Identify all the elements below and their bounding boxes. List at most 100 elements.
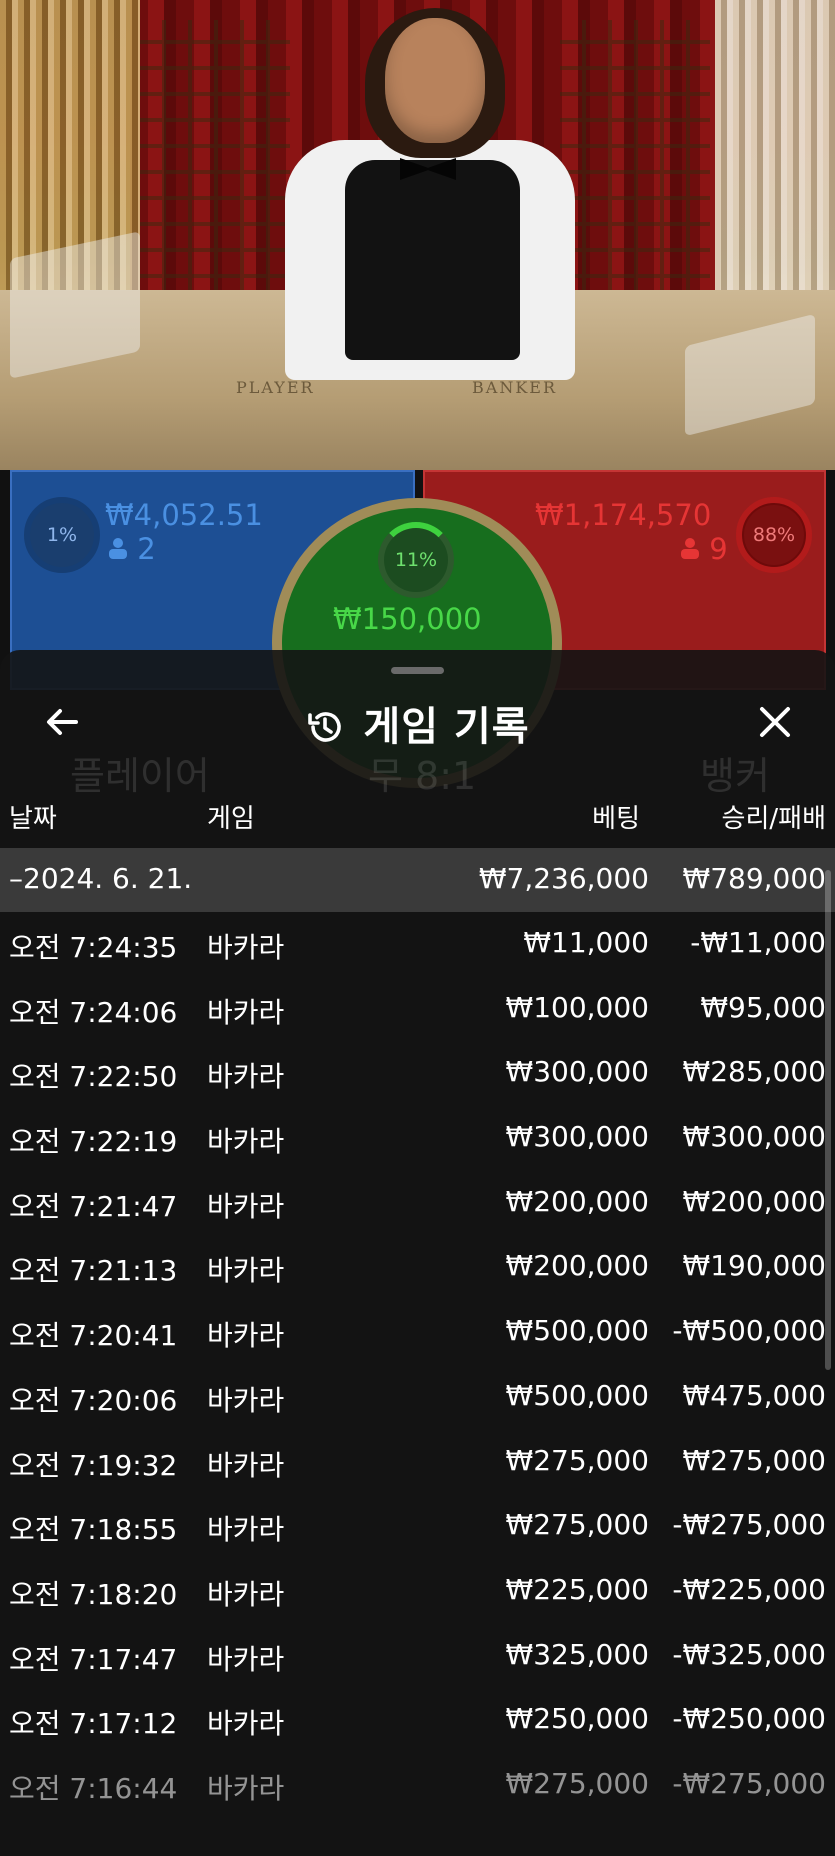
history-icon xyxy=(308,712,342,742)
close-button[interactable] xyxy=(753,700,797,744)
history-row[interactable]: 오전 7:22:19 바카라 ₩300,000 ₩300,000 xyxy=(0,1106,835,1171)
row-time: 오전 7:20:06 xyxy=(9,1383,178,1417)
row-result: ₩475,000 xyxy=(682,1378,826,1412)
ghost-banker-label: 뱅커 xyxy=(700,754,770,798)
row-bet: ₩300,000 xyxy=(505,1120,649,1154)
row-time: 오전 7:22:19 xyxy=(9,1125,178,1159)
history-row[interactable]: 오전 7:18:55 바카라 ₩275,000 -₩275,000 xyxy=(0,1494,835,1559)
row-game: 바카라 xyxy=(207,995,285,1029)
row-time: 오전 7:21:47 xyxy=(9,1189,178,1223)
history-row[interactable]: 오전 7:16:44 바카라 ₩275,000 -₩275,000 xyxy=(0,1753,835,1818)
history-row[interactable]: 오전 7:17:47 바카라 ₩325,000 -₩325,000 xyxy=(0,1624,835,1689)
row-game: 바카라 xyxy=(207,931,285,964)
row-bet: ₩11,000 xyxy=(523,926,649,959)
row-bet: ₩100,000 xyxy=(505,990,649,1024)
row-bet: ₩275,000 xyxy=(505,1508,649,1542)
row-time: 오전 7:20:41 xyxy=(9,1319,178,1353)
row-bet: ₩200,000 xyxy=(505,1249,649,1283)
group-date: –2024. 6. 21. xyxy=(9,862,193,895)
felt-label-banker: BANKER xyxy=(472,378,557,397)
row-result: -₩225,000 xyxy=(672,1572,826,1606)
row-result: ₩95,000 xyxy=(700,990,826,1024)
tie-total-bet: ₩150,000 xyxy=(333,602,482,636)
row-game: 바카라 xyxy=(207,1448,285,1482)
column-header-result[interactable]: 승리/패배 xyxy=(722,798,826,835)
row-time: 오전 7:22:50 xyxy=(9,1060,178,1094)
row-time: 오전 7:19:32 xyxy=(9,1448,178,1482)
row-result: ₩285,000 xyxy=(682,1055,826,1089)
row-result: ₩300,000 xyxy=(682,1120,826,1154)
game-history-sheet: 플레이어 무 8:1 뱅커 게임 기록 날짜 게임 베팅 승리/패배 –2024… xyxy=(0,650,835,1856)
column-header-bet[interactable]: 베팅 xyxy=(592,798,640,835)
history-row[interactable]: 오전 7:24:35 바카라 ₩11,000 -₩11,000 xyxy=(0,912,835,977)
row-game: 바카라 xyxy=(207,1513,285,1547)
row-bet: ₩325,000 xyxy=(505,1637,649,1671)
row-time: 오전 7:24:06 xyxy=(9,995,178,1029)
row-bet: ₩200,000 xyxy=(505,1184,649,1218)
tie-percent: 11% xyxy=(394,549,438,571)
row-bet: ₩275,000 xyxy=(505,1766,649,1800)
sheet-title: 게임 기록 xyxy=(0,694,835,752)
history-row[interactable]: 오전 7:17:12 바카라 ₩250,000 -₩250,000 xyxy=(0,1688,835,1753)
row-time: 오전 7:18:20 xyxy=(9,1577,178,1611)
close-icon xyxy=(760,707,790,737)
history-row[interactable]: 오전 7:20:41 바카라 ₩500,000 -₩500,000 xyxy=(0,1300,835,1365)
row-bet: ₩500,000 xyxy=(505,1378,649,1412)
banker-percent-ring: 88% xyxy=(736,497,812,573)
row-result: -₩275,000 xyxy=(672,1766,826,1800)
row-result: -₩275,000 xyxy=(672,1508,826,1542)
row-time: 오전 7:24:35 xyxy=(9,931,178,964)
row-bet: ₩225,000 xyxy=(505,1572,649,1606)
row-game: 바카라 xyxy=(207,1189,285,1223)
group-total-result: ₩789,000 xyxy=(682,862,826,895)
history-scrollbar[interactable] xyxy=(825,870,831,1370)
row-game: 바카라 xyxy=(207,1125,285,1159)
row-result: -₩11,000 xyxy=(690,926,826,959)
row-result: -₩325,000 xyxy=(672,1637,826,1671)
row-time: 오전 7:18:55 xyxy=(9,1513,178,1547)
row-bet: ₩275,000 xyxy=(505,1443,649,1477)
banker-bettor-count: 9 xyxy=(680,532,728,566)
group-total-bet: ₩7,236,000 xyxy=(478,862,649,895)
lattice-screen-right xyxy=(560,20,710,300)
row-game: 바카라 xyxy=(207,1642,285,1676)
live-dealer-video: PLAYER BANKER xyxy=(0,0,835,470)
row-game: 바카라 xyxy=(207,1577,285,1611)
dealer-face xyxy=(385,18,485,143)
row-game: 바카라 xyxy=(207,1319,285,1353)
row-game: 바카라 xyxy=(207,1771,285,1805)
ghost-player-label: 플레이어 xyxy=(70,754,210,798)
player-percent-ring: 1% xyxy=(24,497,100,573)
column-header-date[interactable]: 날짜 xyxy=(9,798,57,835)
column-header-game[interactable]: 게임 xyxy=(207,798,255,835)
sheet-title-text: 게임 기록 xyxy=(363,704,530,750)
row-time: 오전 7:17:12 xyxy=(9,1707,178,1741)
tie-percent-ring: 11% xyxy=(378,522,454,598)
banker-total-bet: ₩1,174,570 xyxy=(535,498,712,532)
dealer-vest xyxy=(345,160,520,360)
date-group-row[interactable]: –2024. 6. 21. ₩7,236,000 ₩789,000 xyxy=(0,848,835,912)
history-row[interactable]: 오전 7:21:47 바카라 ₩200,000 ₩200,000 xyxy=(0,1171,835,1236)
row-time: 오전 7:21:13 xyxy=(9,1254,178,1288)
row-result: -₩500,000 xyxy=(672,1314,826,1348)
row-result: -₩250,000 xyxy=(672,1702,826,1736)
row-bet: ₩500,000 xyxy=(505,1314,649,1348)
row-result: ₩190,000 xyxy=(682,1249,826,1283)
history-row[interactable]: 오전 7:18:20 바카라 ₩225,000 -₩225,000 xyxy=(0,1559,835,1624)
user-icon xyxy=(681,538,699,559)
sheet-drag-handle[interactable] xyxy=(391,667,444,674)
row-time: 오전 7:16:44 xyxy=(9,1771,178,1805)
history-row[interactable]: 오전 7:21:13 바카라 ₩200,000 ₩190,000 xyxy=(0,1235,835,1300)
user-icon xyxy=(109,538,127,559)
lattice-screen-left xyxy=(140,20,290,300)
row-bet: ₩300,000 xyxy=(505,1055,649,1089)
history-row[interactable]: 오전 7:22:50 바카라 ₩300,000 ₩285,000 xyxy=(0,1041,835,1106)
row-game: 바카라 xyxy=(207,1383,285,1417)
history-row[interactable]: 오전 7:24:06 바카라 ₩100,000 ₩95,000 xyxy=(0,977,835,1042)
player-total-bet: ₩4,052.51 xyxy=(105,498,263,532)
banker-percent: 88% xyxy=(752,524,796,546)
history-list[interactable]: –2024. 6. 21. ₩7,236,000 ₩789,000 오전 7:2… xyxy=(0,848,835,1818)
history-row[interactable]: 오전 7:20:06 바카라 ₩500,000 ₩475,000 xyxy=(0,1365,835,1430)
row-bet: ₩250,000 xyxy=(505,1702,649,1736)
history-row[interactable]: 오전 7:19:32 바카라 ₩275,000 ₩275,000 xyxy=(0,1430,835,1495)
